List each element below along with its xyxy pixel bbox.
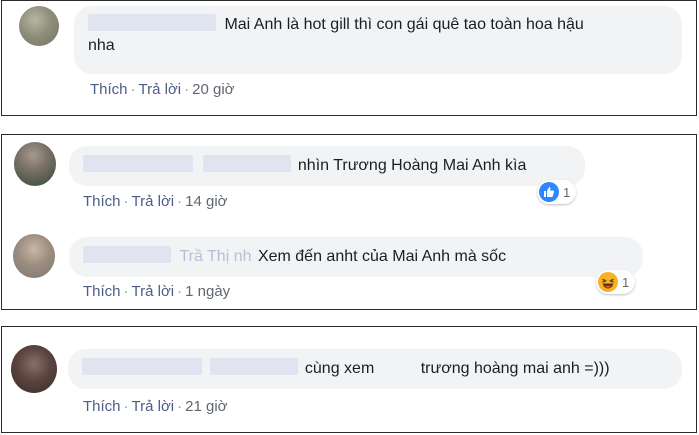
author-name-blurred[interactable] bbox=[83, 155, 193, 172]
reaction-count: 1 bbox=[622, 274, 630, 290]
comment-bubble: Mai Anh là hot gill thì con gái quê tao … bbox=[74, 6, 682, 74]
comment-bubble: Trầ Thị nh Xem đến anht của Mai Anh mà s… bbox=[69, 237, 643, 277]
comment-bubble: cùng xem trương hoàng mai anh =))) bbox=[68, 349, 682, 389]
timestamp[interactable]: 1 ngày bbox=[185, 283, 230, 300]
timestamp[interactable]: 20 giờ bbox=[192, 81, 234, 98]
comment-actions: Thích · Trả lời · 20 giờ bbox=[90, 81, 235, 98]
author-name-blurred[interactable] bbox=[88, 14, 216, 31]
author-name-blurred[interactable] bbox=[203, 155, 292, 172]
avatar[interactable] bbox=[14, 142, 56, 186]
reaction-badge[interactable]: 1 bbox=[537, 180, 577, 204]
comment-actions: Thích · Trả lời · 14 giờ bbox=[83, 193, 228, 210]
reply-link[interactable]: Trả lời bbox=[132, 283, 175, 300]
author-name-blurred[interactable] bbox=[210, 358, 299, 375]
like-link[interactable]: Thích bbox=[90, 81, 128, 98]
comment-panel-3: cùng xem trương hoàng mai anh =))) Thích… bbox=[1, 326, 697, 433]
timestamp[interactable]: 21 giờ bbox=[185, 398, 227, 415]
reaction-count: 1 bbox=[563, 184, 571, 200]
comment-panel-2: nhìn Trương Hoàng Mai Anh kìa 1 Thích · Tr… bbox=[1, 134, 697, 310]
reply-link[interactable]: Trả lời bbox=[132, 398, 175, 415]
author-name-blurred[interactable] bbox=[82, 358, 202, 375]
like-link[interactable]: Thích bbox=[83, 283, 121, 300]
timestamp[interactable]: 14 giờ bbox=[185, 193, 227, 210]
comment-actions: Thích · Trả lời · 21 giờ bbox=[83, 398, 228, 415]
comment-actions: Thích · Trả lời · 1 ngày bbox=[83, 283, 231, 300]
comment-text: nhìn Trương Hoàng Mai Anh kìa bbox=[297, 157, 527, 174]
comment-text: Mai Anh là hot gill thì con gái quê tao … bbox=[224, 16, 584, 33]
comment-text: trương hoàng mai anh =))) bbox=[420, 360, 610, 377]
haha-icon bbox=[598, 272, 618, 292]
comment-bubble: nhìn Trương Hoàng Mai Anh kìa bbox=[69, 146, 585, 186]
avatar[interactable] bbox=[11, 345, 57, 393]
reply-link[interactable]: Trả lời bbox=[132, 193, 175, 210]
comment-text: cùng xem bbox=[304, 360, 375, 377]
like-icon bbox=[539, 182, 559, 202]
comment-text-continued: nha bbox=[88, 37, 115, 54]
comment-text: Xem đến anht của Mai Anh mà sốc bbox=[257, 248, 507, 265]
like-link[interactable]: Thích bbox=[83, 398, 121, 415]
reaction-badge[interactable]: 1 bbox=[596, 270, 636, 294]
author-name-blurred[interactable] bbox=[83, 246, 171, 263]
like-link[interactable]: Thích bbox=[83, 193, 121, 210]
comment-panel-1: Mai Anh là hot gill thì con gái quê tao … bbox=[1, 0, 697, 116]
avatar[interactable] bbox=[19, 6, 59, 46]
author-name-partial[interactable]: Trầ Thị nh bbox=[179, 248, 251, 265]
reply-link[interactable]: Trả lời bbox=[139, 81, 182, 98]
avatar[interactable] bbox=[13, 234, 55, 278]
